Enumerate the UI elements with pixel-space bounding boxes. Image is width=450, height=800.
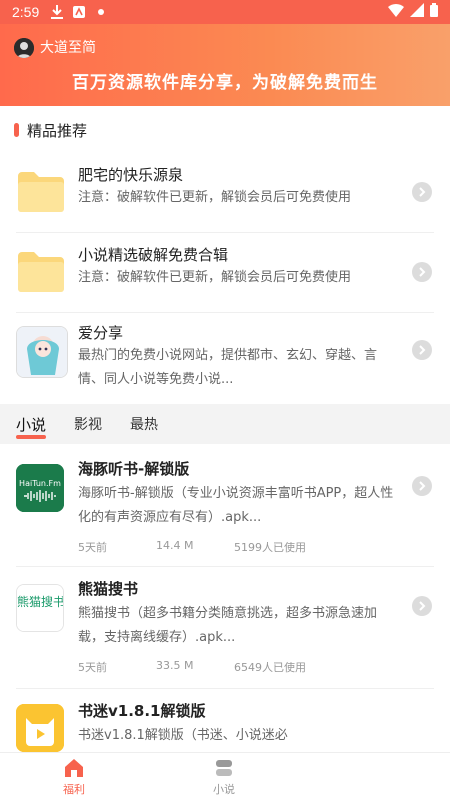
chevron-right-icon[interactable] — [412, 182, 432, 202]
featured-item[interactable]: 肥宅的快乐源泉 注意：破解软件已更新，解锁会员后可免费使用 — [0, 150, 450, 234]
featured-title: 肥宅的快乐源泉 — [78, 166, 184, 184]
divider — [16, 566, 434, 567]
app-size: 33.5 M — [156, 659, 194, 672]
app-icon-text: HaiTun.Fm — [19, 479, 61, 488]
app-icon: 熊猫搜书 — [16, 584, 64, 632]
battery-icon — [430, 3, 438, 21]
featured-desc: 注意：破解软件已更新，解锁会员后可免费使用 — [78, 270, 352, 285]
featured-title: 爱分享 — [78, 324, 124, 342]
slogan: 百万资源软件库分享，为破解免费而生 — [72, 73, 378, 93]
featured-title: 小说精选破解免费合辑 — [78, 246, 229, 264]
featured-desc: 注意：破解软件已更新，解锁会员后可免费使用 — [78, 190, 352, 205]
app-icon — [16, 704, 64, 752]
section-title: 精品推荐 — [14, 120, 87, 140]
user-avatar[interactable] — [14, 38, 34, 58]
wifi-icon — [388, 3, 404, 21]
home-icon — [63, 757, 85, 779]
divider — [16, 312, 434, 313]
status-bar: 2:59 — [0, 0, 450, 24]
dot-icon — [93, 4, 109, 20]
signal-icon — [410, 3, 424, 21]
tab-video[interactable]: 影视 — [74, 414, 102, 434]
app-meta: 5天前 33.5 M 6549人已使用 — [78, 659, 306, 675]
app-notification-icon — [71, 4, 87, 20]
folder-icon — [16, 170, 66, 220]
status-time: 2:59 — [12, 4, 40, 20]
folder-icon — [16, 250, 66, 300]
featured-item[interactable]: 爱分享 最热门的免费小说网站，提供都市、玄幻、穿越、言情、同人小说等免费小说..… — [0, 314, 450, 404]
app-time: 5天前 — [78, 541, 107, 554]
app-name: 海豚听书-解锁版 — [78, 460, 190, 478]
app-name: 熊猫搜书 — [78, 580, 139, 598]
nav-novel-label: 小说 — [213, 783, 235, 796]
app-users: 5199人已使用 — [234, 541, 306, 554]
divider — [16, 688, 434, 689]
chevron-right-icon[interactable] — [412, 262, 432, 282]
app-icon: HaiTun.Fm — [16, 464, 64, 512]
divider — [16, 232, 434, 233]
app-desc: 熊猫搜书（超多书籍分类随意挑选，超多书源急速加载，支持离线缓存）.apk... — [78, 606, 378, 645]
app-desc: 书迷v1.8.1解锁版（书迷、小说迷必 — [78, 728, 288, 743]
list-item[interactable]: 熊猫搜书 熊猫搜书 熊猫搜书（超多书籍分类随意挑选，超多书源急速加载，支持离线缓… — [0, 568, 450, 688]
nav-welfare[interactable]: 福利 — [34, 757, 114, 797]
download-icon — [49, 4, 65, 20]
app-icon-text: 熊猫搜书 — [17, 594, 64, 609]
nav-welfare-label: 福利 — [63, 783, 85, 796]
username: 大道至简 — [40, 40, 96, 56]
book-stack-icon — [213, 757, 235, 779]
featured-desc: 最热门的免费小说网站，提供都市、玄幻、穿越、言情、同人小说等免费小说... — [78, 348, 378, 387]
featured-item[interactable]: 小说精选破解免费合辑 注意：破解软件已更新，解锁会员后可免费使用 — [0, 234, 450, 318]
app-time: 5天前 — [78, 661, 107, 674]
chevron-right-icon[interactable] — [412, 596, 432, 616]
list-item[interactable]: 书迷v1.8.1解锁版 书迷v1.8.1解锁版（书迷、小说迷必 — [0, 690, 450, 752]
app-users: 6549人已使用 — [234, 661, 306, 674]
list-item[interactable]: HaiTun.Fm 海豚听书-解锁版 海豚听书-解锁版（专业小说资源丰富听书AP… — [0, 444, 450, 568]
bottom-nav: 福利 小说 — [0, 752, 450, 800]
chevron-right-icon[interactable] — [412, 340, 432, 360]
app-desc: 海豚听书-解锁版（专业小说资源丰富听书APP，超人性化的有声资源应有尽有）.ap… — [78, 486, 394, 525]
header-banner: 大道至简 百万资源软件库分享，为破解免费而生 — [0, 24, 450, 106]
app-name: 书迷v1.8.1解锁版 — [78, 702, 206, 720]
tab-novel[interactable]: 小说 — [16, 414, 47, 439]
app-thumbnail-icon — [16, 326, 68, 378]
section-accent-bar — [14, 123, 19, 137]
category-tabs: 小说 影视 最热 — [0, 404, 450, 444]
app-meta: 5天前 14.4 M 5199人已使用 — [78, 539, 306, 555]
tab-hottest[interactable]: 最热 — [130, 414, 158, 434]
chevron-right-icon[interactable] — [412, 476, 432, 496]
app-size: 14.4 M — [156, 539, 194, 552]
nav-novel[interactable]: 小说 — [184, 757, 264, 797]
section-title-text: 精品推荐 — [27, 121, 88, 140]
